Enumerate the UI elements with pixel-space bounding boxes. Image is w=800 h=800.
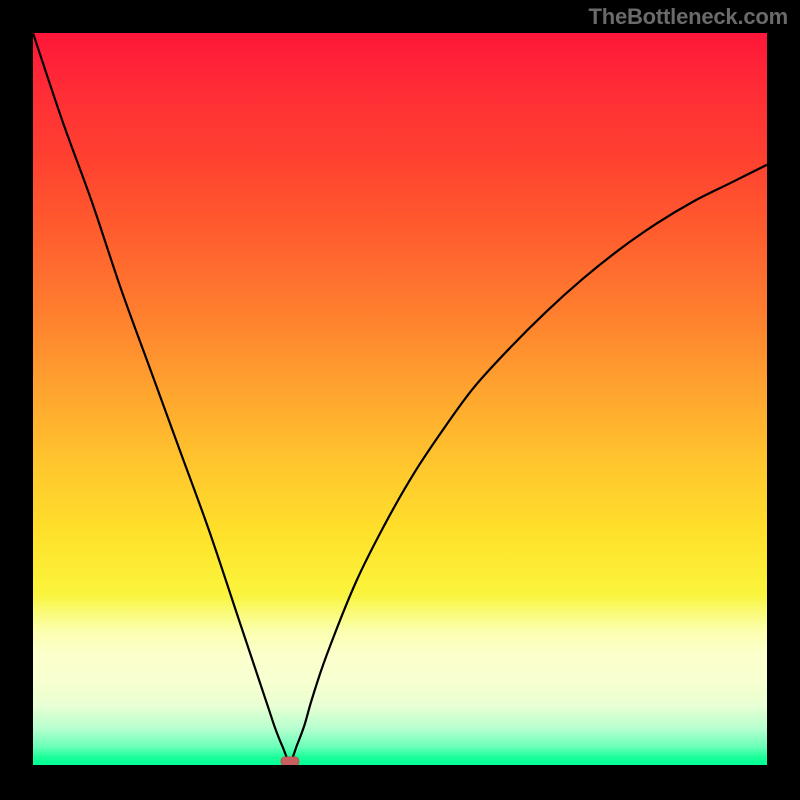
chart-root: TheBottleneck.com <box>0 0 800 800</box>
plot-area <box>33 33 767 765</box>
min-marker <box>281 757 299 765</box>
curve-layer <box>33 33 767 765</box>
watermark-text: TheBottleneck.com <box>588 4 788 30</box>
bottleneck-curve <box>33 33 767 761</box>
